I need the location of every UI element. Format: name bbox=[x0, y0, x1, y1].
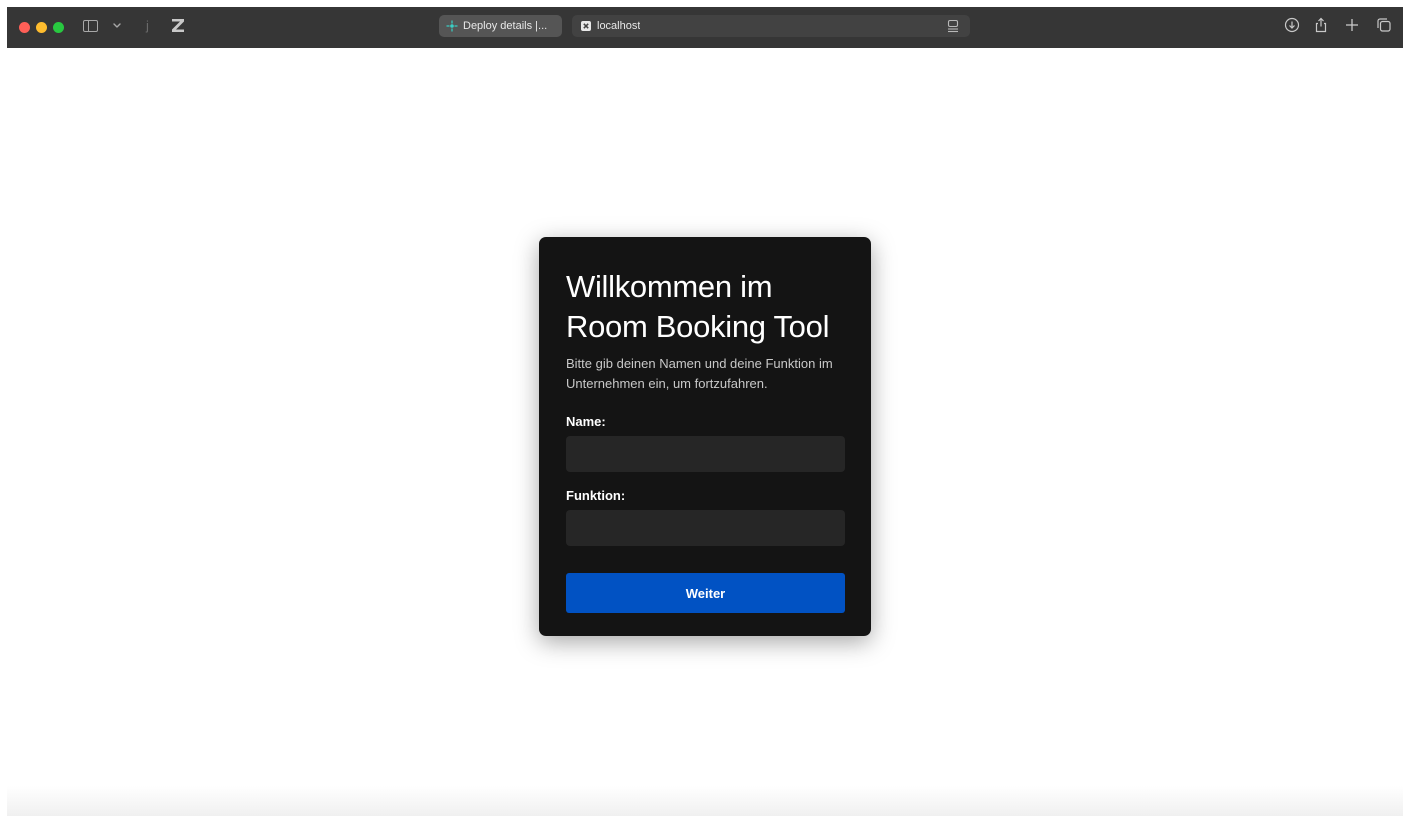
z-app-icon[interactable] bbox=[171, 17, 185, 33]
tab-overview-icon[interactable] bbox=[1376, 17, 1392, 33]
tab-label: Deploy details |... bbox=[463, 20, 548, 32]
page-content: Willkommen im Room Booking Tool Bitte gi… bbox=[7, 48, 1403, 816]
continue-button[interactable]: Weiter bbox=[566, 573, 845, 613]
bottom-shadow bbox=[7, 786, 1403, 816]
download-icon[interactable] bbox=[1284, 17, 1300, 33]
zoom-window-button[interactable] bbox=[53, 22, 64, 33]
page-title: Willkommen im Room Booking Tool bbox=[566, 269, 830, 344]
browser-window: j Deploy details |... localhost Willkomm… bbox=[7, 7, 1403, 816]
minimize-window-button[interactable] bbox=[36, 22, 47, 33]
page-subtitle: Bitte gib deinen Namen und deine Funktio… bbox=[566, 356, 833, 391]
chevron-down-icon[interactable] bbox=[111, 19, 123, 31]
welcome-card: Willkommen im Room Booking Tool Bitte gi… bbox=[539, 237, 871, 636]
reader-mode-icon[interactable] bbox=[946, 19, 960, 33]
browser-toolbar: j Deploy details |... localhost bbox=[7, 7, 1403, 48]
name-label: Name: bbox=[566, 414, 606, 429]
function-label: Funktion: bbox=[566, 488, 626, 503]
tab-label: localhost bbox=[597, 20, 641, 32]
jira-icon[interactable]: j bbox=[146, 17, 149, 35]
netlify-icon bbox=[446, 20, 458, 32]
plus-icon[interactable] bbox=[1344, 17, 1360, 33]
close-window-button[interactable] bbox=[19, 22, 30, 33]
tab-localhost[interactable]: localhost bbox=[572, 15, 970, 37]
close-box-icon bbox=[581, 21, 591, 31]
function-input[interactable] bbox=[566, 510, 845, 546]
tab-deploy-details[interactable]: Deploy details |... bbox=[439, 15, 562, 37]
sidebar-toggle-icon[interactable] bbox=[83, 20, 98, 32]
name-input[interactable] bbox=[566, 436, 845, 472]
share-icon[interactable] bbox=[1313, 17, 1329, 33]
